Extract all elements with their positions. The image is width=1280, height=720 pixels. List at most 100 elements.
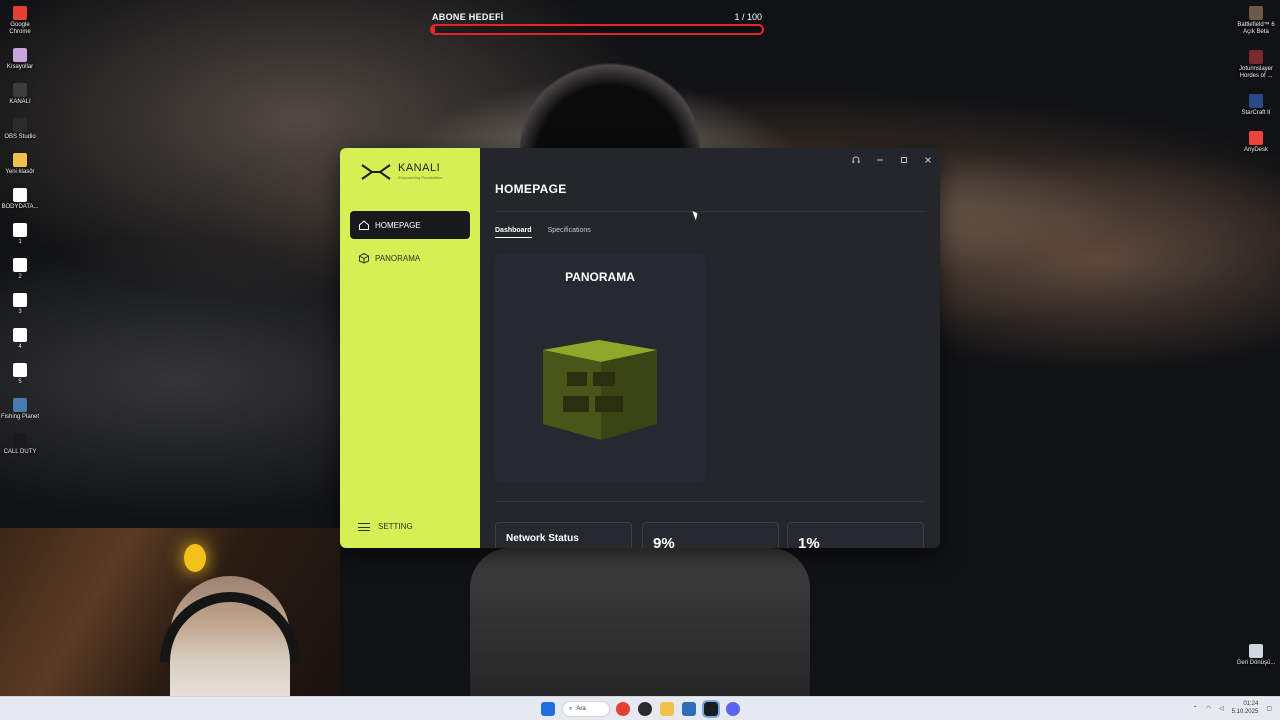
desktop-icon[interactable]: KANALI (0, 81, 40, 106)
nav-panorama[interactable]: PANORAMA (350, 244, 470, 272)
desktop-icon[interactable]: OBS Studio (0, 116, 40, 141)
desktop-icon-label: StarCraft II (1241, 110, 1271, 116)
app-window: KANALI Empowering Possibilities HOMEPAGE… (340, 148, 940, 548)
desktop-icon-label: AnyDesk (1243, 147, 1268, 153)
tab-dashboard[interactable]: Dashboard (495, 227, 532, 238)
obs-icon (13, 118, 27, 132)
desktop-icon[interactable]: StarCraft II (1236, 92, 1276, 117)
app-icon[interactable] (682, 702, 696, 716)
kanali-logo-icon (361, 164, 391, 180)
desktop-icon-label: BODYDATA... (1, 204, 39, 210)
menu-icon (358, 522, 370, 531)
game-icon (13, 398, 27, 412)
file-icon (13, 328, 27, 342)
clock-date: 5.10.2025 (1231, 709, 1259, 715)
desktop-icon[interactable]: Battlefield™ 6 Açık Beta (1236, 4, 1276, 36)
desktop-icon[interactable]: BODYDATA... (0, 186, 40, 211)
home-icon (359, 220, 369, 230)
desktop-icon-label: OBS Studio (4, 134, 36, 140)
tab-bar: Dashboard Specifications (495, 227, 591, 238)
nav-label: PANORAMA (375, 253, 421, 263)
stat-card: 1% (787, 522, 924, 548)
divider (495, 211, 925, 212)
desktop-icon[interactable]: CALL DUTY (0, 431, 40, 456)
anydesk-icon (1249, 131, 1263, 145)
system-tray: ⌃ ◠ ◁ 01:24 5.10.2025 ▢ (1193, 700, 1272, 716)
desktop-icon[interactable]: Google Chrome (0, 4, 40, 36)
obs-icon[interactable] (638, 702, 652, 716)
game-icon (1249, 94, 1263, 108)
clock-time: 01:24 (1243, 701, 1259, 707)
nav-homepage[interactable]: HOMEPAGE (350, 211, 470, 239)
goal-progress-fill (432, 26, 436, 33)
chrome-icon (13, 6, 27, 20)
desktop-icon-label: Geri Dönüşü... (1236, 660, 1276, 666)
brand-tagline: Empowering Possibilities (398, 175, 443, 180)
desktop-icon-label: 5 (18, 379, 22, 385)
tab-specifications[interactable]: Specifications (548, 227, 591, 238)
desktop-icon-label: 3 (18, 309, 22, 315)
search-placeholder: Ara (576, 706, 586, 712)
card-title: PANORAMA (565, 270, 635, 284)
desktop-icon[interactable]: 2 (0, 256, 40, 281)
panorama-cube-image (543, 340, 657, 440)
close-icon[interactable] (922, 154, 934, 166)
discord-icon[interactable] (726, 702, 740, 716)
taskbar-search[interactable]: ⌕ Ara (562, 701, 610, 717)
desktop-icon[interactable]: Fishing Planet (0, 396, 40, 421)
game-icon (1249, 50, 1263, 64)
kanali-app-icon[interactable] (702, 700, 720, 718)
subscriber-goal: ABONE HEDEFİ 1 / 100 (430, 10, 764, 36)
brand-name: KANALI (398, 162, 441, 174)
desktop-icon-label: CALL DUTY (3, 449, 37, 455)
wallpaper-astronaut (470, 548, 810, 698)
maximize-icon[interactable] (898, 154, 910, 166)
desktop-icon[interactable]: 3 (0, 291, 40, 316)
chevron-up-icon[interactable]: ⌃ (1193, 705, 1198, 712)
webcam-lamp (184, 544, 206, 572)
desktop-icon[interactable]: AnyDesk (1236, 129, 1276, 154)
game-icon (13, 433, 27, 447)
panorama-card[interactable]: PANORAMA (495, 254, 705, 482)
game-icon (1249, 6, 1263, 20)
stat-label: Network Status (506, 533, 579, 544)
file-icon (13, 363, 27, 377)
folder-icon (13, 83, 27, 97)
desktop-icon-label: Yeni klasör (5, 169, 35, 175)
desktop-icon[interactable]: 1 (0, 221, 40, 246)
file-icon (13, 258, 27, 272)
desktop-icon[interactable]: Jotunnslayer Hordes of ... (1236, 48, 1276, 80)
desktop-icon[interactable]: 4 (0, 326, 40, 351)
taskbar: ⌕ Ara ⌃ ◠ ◁ 01:24 5.10.2025 ▢ (0, 696, 1280, 720)
window-controls (850, 154, 934, 166)
start-icon[interactable] (541, 702, 555, 716)
goal-count: 1 / 100 (734, 12, 762, 22)
goal-progress-bar (430, 24, 764, 35)
desktop-icon-label: Kısayollar (6, 64, 34, 70)
divider (495, 501, 925, 502)
stat-value: 9% (653, 535, 675, 548)
desktop-icon-recycle-bin[interactable]: Geri Dönüşü... (1236, 642, 1276, 667)
goal-label: ABONE HEDEFİ (432, 12, 504, 22)
desktop-icon-label: 4 (18, 344, 22, 350)
desktop-icon[interactable]: Kısayollar (0, 46, 40, 71)
desktop-icon-label: 1 (18, 239, 22, 245)
desktop-icon-label: 2 (18, 274, 22, 280)
file-explorer-icon[interactable] (660, 702, 674, 716)
notification-icon[interactable]: ▢ (1266, 705, 1272, 712)
desktop-icon[interactable]: Yeni klasör (0, 151, 40, 176)
minimize-icon[interactable] (874, 154, 886, 166)
stat-card: 9% (642, 522, 779, 548)
setting-button[interactable]: SETTING (358, 522, 413, 531)
desktop-icon-label: KANALI (9, 99, 31, 105)
chrome-icon[interactable] (616, 702, 630, 716)
nav-label: HOMEPAGE (375, 220, 421, 230)
desktop-icons-left: Google Chrome Kısayollar KANALI OBS Studio Y… (0, 4, 40, 466)
wifi-icon[interactable]: ◠ (1206, 705, 1211, 712)
headset-icon[interactable] (850, 154, 862, 166)
desktop-icon[interactable]: 5 (0, 361, 40, 386)
page-title: HOMEPAGE (495, 182, 567, 196)
clock[interactable]: 01:24 5.10.2025 (1232, 700, 1259, 716)
sidebar: KANALI Empowering Possibilities HOMEPAGE… (340, 148, 480, 548)
volume-icon[interactable]: ◁ (1219, 705, 1224, 712)
